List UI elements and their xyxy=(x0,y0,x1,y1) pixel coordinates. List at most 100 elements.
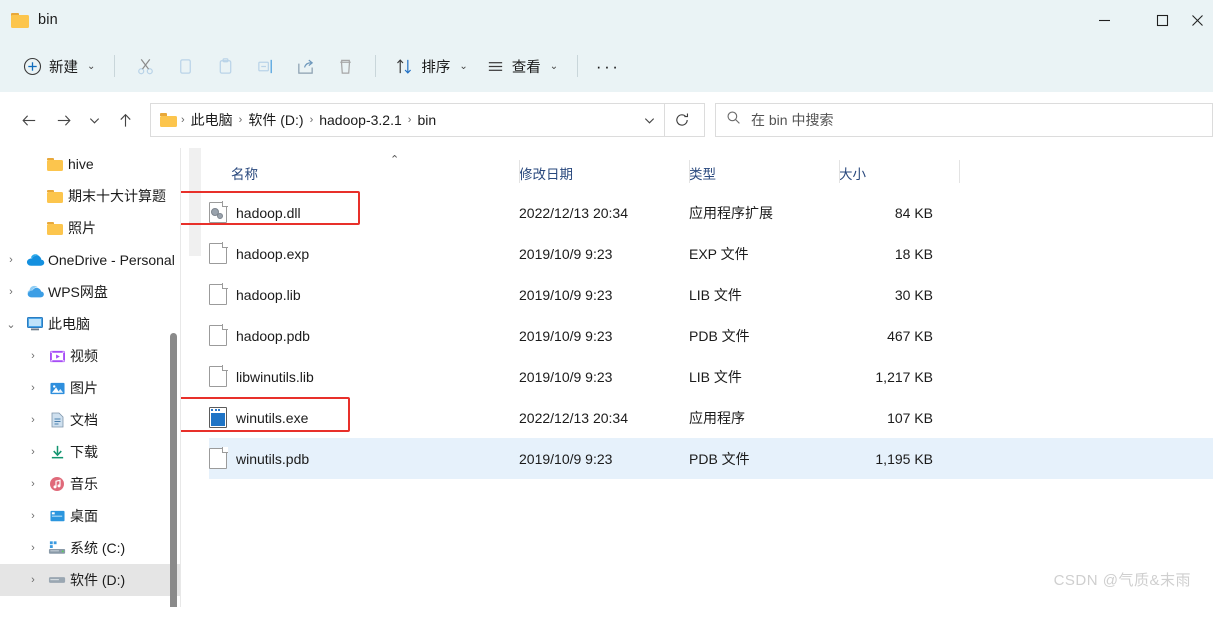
up-button[interactable] xyxy=(108,104,142,136)
address-bar-row: › 此电脑 › 软件 (D:) › hadoop-3.2.1 › bin 在 b… xyxy=(0,92,1213,148)
table-row[interactable]: winutils.exe 2022/12/13 20:34 应用程序 107 K… xyxy=(209,397,1213,438)
address-bar[interactable]: › 此电脑 › 软件 (D:) › hadoop-3.2.1 › bin xyxy=(150,103,705,137)
toolbar-separator-3 xyxy=(577,55,579,77)
column-header-type[interactable]: 类型 xyxy=(689,148,839,192)
column-divider[interactable] xyxy=(519,160,520,183)
column-header-size[interactable]: 大小 xyxy=(839,148,959,192)
file-pane-scrollbar[interactable] xyxy=(189,148,201,256)
table-row[interactable]: hadoop.lib 2019/10/9 9:23 LIB 文件 30 KB xyxy=(209,274,1213,315)
sidebar-item-pictures[interactable]: › 图片 xyxy=(0,372,180,404)
back-button[interactable] xyxy=(12,104,46,136)
chevron-right-icon: › xyxy=(0,158,22,170)
chevron-right-icon: › xyxy=(0,222,22,234)
sidebar-item-label: 期末十大计算题 xyxy=(68,188,166,204)
column-divider[interactable] xyxy=(689,160,690,183)
chevron-right-icon[interactable]: › xyxy=(22,574,44,586)
sidebar-item-videos[interactable]: › 视频 xyxy=(0,340,180,372)
table-row[interactable]: hadoop.pdb 2019/10/9 9:23 PDB 文件 467 KB xyxy=(209,315,1213,356)
sidebar-item-downloads[interactable]: › 下载 xyxy=(0,436,180,468)
file-type: PDB 文件 xyxy=(689,327,750,344)
copy-button[interactable] xyxy=(165,49,205,83)
column-divider[interactable] xyxy=(959,160,960,183)
column-header-name[interactable]: 名称 xyxy=(209,148,519,192)
sidebar-scrollbar[interactable] xyxy=(170,333,177,607)
breadcrumb-item-bin[interactable]: bin xyxy=(412,109,441,131)
sort-button[interactable]: 排序 ⌄ xyxy=(386,49,476,83)
chevron-right-icon[interactable]: › xyxy=(22,446,44,458)
file-size: 18 KB xyxy=(894,245,933,262)
chevron-right-icon[interactable]: › xyxy=(22,382,44,394)
table-row[interactable]: hadoop.exp 2019/10/9 9:23 EXP 文件 18 KB xyxy=(209,233,1213,274)
delete-button[interactable] xyxy=(325,49,365,83)
rename-button[interactable] xyxy=(245,49,285,83)
chevron-right-icon[interactable]: › xyxy=(22,478,44,490)
sidebar-scrollbar-thumb[interactable] xyxy=(170,333,177,607)
file-size: 1,217 KB xyxy=(875,368,933,385)
address-dropdown-icon[interactable] xyxy=(636,105,662,135)
sidebar-item-desktop[interactable]: › 桌面 xyxy=(0,500,180,532)
sidebar-item-label: 下载 xyxy=(70,444,98,460)
file-size: 84 KB xyxy=(894,204,933,221)
chevron-right-icon[interactable]: › xyxy=(22,542,44,554)
file-type: EXP 文件 xyxy=(689,245,749,262)
file-name: hadoop.pdb xyxy=(236,327,310,344)
file-size: 107 KB xyxy=(887,409,933,426)
forward-button[interactable] xyxy=(46,104,80,136)
folder-icon xyxy=(42,221,68,235)
videos-icon xyxy=(44,349,70,364)
title-bar: bin xyxy=(0,0,1213,40)
file-name: hadoop.lib xyxy=(236,286,301,303)
sidebar-item-wps-cloud[interactable]: › WPS网盘 xyxy=(0,276,180,308)
chevron-down-icon[interactable]: ⌄ xyxy=(0,318,22,331)
sidebar-item-label: 图片 xyxy=(70,380,98,396)
sidebar-item-documents[interactable]: › 文档 xyxy=(0,404,180,436)
chevron-right-icon[interactable]: › xyxy=(22,414,44,426)
refresh-button[interactable] xyxy=(664,103,698,137)
file-type: PDB 文件 xyxy=(689,450,750,467)
breadcrumb-item-this-pc[interactable]: 此电脑 xyxy=(186,107,238,133)
documents-icon xyxy=(44,412,70,428)
chevron-right-icon[interactable]: › xyxy=(22,350,44,362)
sidebar-item-photos-folder[interactable]: › 照片 xyxy=(0,212,180,244)
column-header-date-label: 修改日期 xyxy=(519,167,573,182)
chevron-right-icon: › xyxy=(0,190,22,202)
more-options-button[interactable]: ··· xyxy=(588,49,628,83)
maximize-button[interactable] xyxy=(1133,0,1191,40)
navigation-pane: › hive › 期末十大计算题 › 照片 › OneDr xyxy=(0,148,180,607)
chevron-right-icon[interactable]: › xyxy=(22,510,44,522)
paste-button[interactable] xyxy=(205,49,245,83)
chevron-right-icon[interactable]: › xyxy=(0,254,22,266)
view-button[interactable]: 查看 ⌄ xyxy=(477,49,567,83)
chevron-right-icon[interactable]: › xyxy=(0,286,22,298)
new-button[interactable]: 新建 ⌄ xyxy=(14,49,104,83)
dll-file-icon xyxy=(209,201,228,223)
command-bar: 新建 ⌄ 排序 ⌄ 查看 ⌄ ··· xyxy=(0,40,1213,92)
minimize-button[interactable] xyxy=(1075,0,1133,40)
table-row[interactable]: hadoop.dll 2022/12/13 20:34 应用程序扩展 84 KB xyxy=(209,192,1213,233)
column-divider[interactable] xyxy=(839,160,840,183)
column-header-date[interactable]: 修改日期 xyxy=(519,148,689,192)
breadcrumb-item-drive-d[interactable]: 软件 (D:) xyxy=(243,107,308,133)
table-row[interactable]: libwinutils.lib 2019/10/9 9:23 LIB 文件 1,… xyxy=(209,356,1213,397)
generic-file-icon xyxy=(209,365,228,387)
close-button[interactable] xyxy=(1191,0,1213,40)
sidebar-item-drive-d[interactable]: › 软件 (D:) xyxy=(0,564,180,596)
recent-locations-button[interactable] xyxy=(80,104,108,136)
chevron-down-icon: ⌄ xyxy=(549,60,559,72)
new-button-label: 新建 xyxy=(49,59,78,76)
music-icon xyxy=(44,476,70,492)
sidebar-item-drive-c[interactable]: › 系统 (C:) xyxy=(0,532,180,564)
table-row[interactable]: winutils.pdb 2019/10/9 9:23 PDB 文件 1,195… xyxy=(209,438,1213,479)
sidebar-item-label: 系统 (C:) xyxy=(70,540,126,556)
sidebar-item-label: 此电脑 xyxy=(48,316,90,332)
sidebar-item-hive[interactable]: › hive xyxy=(0,148,180,180)
breadcrumb-item-hadoop[interactable]: hadoop-3.2.1 xyxy=(314,109,407,131)
address-folder-icon xyxy=(160,113,177,127)
share-button[interactable] xyxy=(285,49,325,83)
sidebar-item-final-exam-folder[interactable]: › 期末十大计算题 xyxy=(0,180,180,212)
cut-button[interactable] xyxy=(125,49,165,83)
sidebar-item-music[interactable]: › 音乐 xyxy=(0,468,180,500)
sidebar-item-this-pc[interactable]: ⌄ 此电脑 xyxy=(0,308,180,340)
sidebar-item-onedrive[interactable]: › OneDrive - Personal xyxy=(0,244,180,276)
search-box[interactable]: 在 bin 中搜索 xyxy=(715,103,1213,137)
